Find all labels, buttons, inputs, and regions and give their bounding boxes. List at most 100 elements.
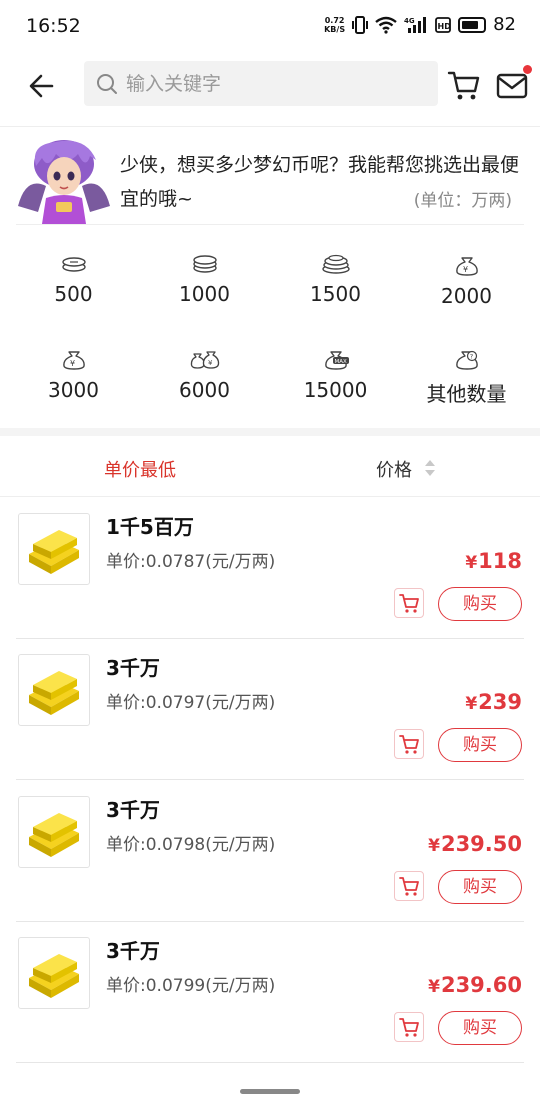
top-bar — [0, 54, 540, 127]
listing-unit-price: 单价:0.0797(元/万两) — [106, 693, 276, 713]
amount-label: 3000 — [48, 378, 99, 402]
listing-item[interactable]: 3千万 单价:0.0797(元/万两) ¥239 购买 — [16, 638, 524, 780]
character-avatar — [18, 140, 110, 224]
amount-label: 1000 — [179, 282, 230, 306]
listing-unit-price: 单价:0.0798(元/万两) — [106, 835, 276, 855]
gold-bars-icon — [29, 813, 79, 857]
add-to-cart-button[interactable] — [394, 871, 424, 901]
currency-symbol: ¥ — [428, 977, 440, 997]
network-speed: 0.72 KB/S — [324, 16, 345, 34]
currency-symbol: ¥ — [428, 836, 440, 856]
add-to-cart-button[interactable] — [394, 1012, 424, 1042]
svg-text:¥: ¥ — [70, 359, 75, 368]
amount-label: 6000 — [179, 378, 230, 402]
amount-option-1000[interactable]: 1000 — [139, 240, 270, 330]
battery-icon — [458, 16, 487, 33]
svg-text:HD: HD — [438, 22, 452, 31]
money-bag-icon: ¥ — [62, 351, 85, 370]
gold-bar-thumbnail — [18, 654, 90, 726]
cart-icon — [399, 1018, 419, 1037]
listing-price: ¥239.50 — [428, 832, 522, 856]
hd-icon: HD — [435, 16, 452, 33]
coin-stack-icon — [192, 255, 217, 273]
add-to-cart-button[interactable] — [394, 588, 424, 618]
amount-label: 1500 — [310, 282, 361, 306]
money-bags-icon: ¥ — [190, 351, 219, 369]
gold-bars-icon — [29, 530, 79, 574]
gold-bars-icon — [29, 671, 79, 715]
sort-lowest-unit-price-tab[interactable]: 单价最低 — [104, 456, 176, 482]
back-arrow-icon[interactable] — [24, 66, 64, 106]
gold-bar-thumbnail — [18, 513, 90, 585]
cart-icon — [399, 735, 419, 754]
battery-level: 82 — [493, 14, 516, 35]
listing-title: 1千5百万 — [106, 515, 194, 539]
search-input[interactable] — [124, 67, 428, 101]
amount-label: 其他数量 — [426, 382, 507, 406]
amount-option-6000[interactable]: ¥ 6000 — [139, 334, 270, 424]
add-to-cart-button[interactable] — [394, 729, 424, 759]
amount-option-3000[interactable]: ¥ 3000 — [8, 334, 139, 424]
unit-note: (单位：万两) — [413, 191, 512, 211]
listing-price: ¥239.60 — [428, 973, 522, 997]
status-time: 16:52 — [26, 15, 81, 37]
svg-text:?: ? — [469, 353, 472, 361]
amount-option-1500[interactable]: 1500 — [270, 240, 401, 330]
amount-option-15000[interactable]: MAX 15000 — [270, 334, 401, 424]
money-bag-icon: ¥ — [455, 257, 478, 276]
buy-button[interactable]: 购买 — [438, 728, 522, 762]
status-bar: 16:52 0.72 KB/S 4G HD 82 — [0, 0, 540, 54]
price-value: 118 — [478, 549, 522, 573]
amount-option-2000[interactable]: ¥ 2000 — [401, 240, 532, 330]
cellular-4g-icon: 4G — [404, 16, 427, 33]
listing-item[interactable]: 1千5百万 单价:0.0787(元/万两) ¥118 购买 — [16, 497, 524, 639]
coin-stack-small-icon — [61, 257, 86, 272]
assistant-tip: 少侠，想买多少梦幻币呢？我能帮您挑选出最便宜的哦~ (单位：万两) — [16, 136, 524, 225]
search-icon — [97, 74, 117, 94]
status-icons: 0.72 KB/S 4G HD 82 — [324, 14, 516, 35]
listing-title: 3千万 — [106, 656, 160, 680]
cart-icon — [399, 877, 419, 896]
buy-button[interactable]: 购买 — [438, 870, 522, 904]
listing-unit-price: 单价:0.0787(元/万两) — [106, 552, 276, 572]
listing-price: ¥118 — [465, 549, 522, 573]
listing-item[interactable]: 3千万 单价:0.0799(元/万两) ¥239.60 购买 — [16, 921, 524, 1063]
svg-text:¥: ¥ — [463, 265, 468, 274]
amount-label: 500 — [54, 282, 93, 306]
amount-label: 2000 — [441, 284, 492, 308]
sort-price-tab[interactable]: 价格 — [376, 456, 412, 482]
vibrate-icon — [352, 15, 369, 34]
price-value: 239.60 — [440, 973, 522, 997]
money-bag-max-icon: MAX — [324, 351, 349, 370]
currency-symbol: ¥ — [465, 553, 478, 573]
listing-title: 3千万 — [106, 798, 160, 822]
network-speed-unit: KB/S — [324, 24, 346, 34]
listing-unit-price: 单价:0.0799(元/万两) — [106, 976, 276, 996]
svg-text:MAX: MAX — [334, 359, 347, 365]
buy-button[interactable]: 购买 — [438, 1011, 522, 1045]
sort-arrows-icon[interactable] — [424, 458, 436, 478]
notification-dot — [523, 65, 532, 74]
search-bar[interactable] — [84, 61, 438, 106]
buy-button[interactable]: 购买 — [438, 587, 522, 621]
amount-option-other[interactable]: ? 其他数量 — [401, 334, 532, 424]
amount-label: 15000 — [303, 378, 368, 402]
gold-bars-icon — [29, 954, 79, 998]
section-divider — [0, 428, 540, 436]
money-bag-question-icon: ? — [455, 350, 478, 370]
svg-text:¥: ¥ — [208, 359, 213, 367]
gold-bar-thumbnail — [18, 937, 90, 1009]
svg-text:4G: 4G — [404, 17, 415, 25]
home-indicator[interactable] — [240, 1089, 300, 1094]
shopping-cart-icon[interactable] — [446, 68, 482, 102]
listing-title: 3千万 — [106, 939, 160, 963]
gold-bar-thumbnail — [18, 796, 90, 868]
amount-option-500[interactable]: 500 — [8, 240, 139, 330]
cart-icon — [399, 594, 419, 613]
wifi-icon — [375, 16, 397, 34]
messages-button[interactable] — [494, 65, 532, 102]
coin-pile-icon — [321, 254, 350, 274]
price-value: 239.50 — [440, 832, 522, 856]
listing-item[interactable]: 3千万 单价:0.0798(元/万两) ¥239.50 购买 — [16, 780, 524, 922]
amount-options: 500 1000 1500 ¥ 2000 ¥ 3000 ¥ 6000 MAX 1… — [0, 240, 540, 428]
